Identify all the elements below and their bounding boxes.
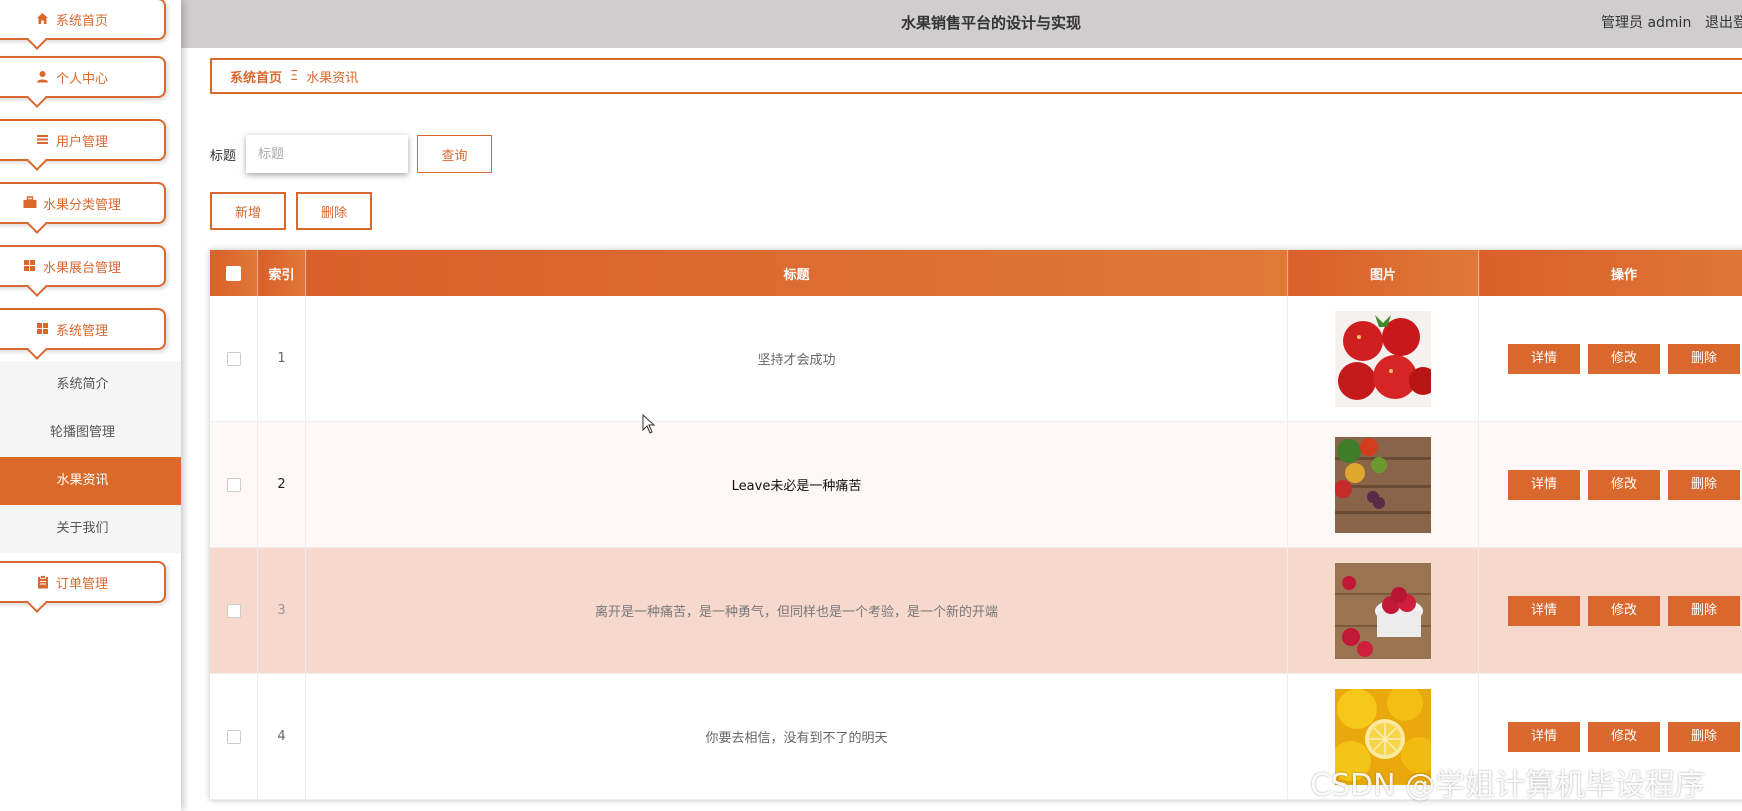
- breadcrumb: 系统首页 Ξ 水果资讯: [210, 58, 1742, 94]
- breadcrumb-home[interactable]: 系统首页: [230, 67, 282, 86]
- delete-button[interactable]: 删除: [1668, 469, 1740, 500]
- row-select-cell: [210, 421, 258, 548]
- row-index: 4: [257, 673, 306, 800]
- submenu-item-carousel[interactable]: 轮播图管理: [0, 409, 181, 457]
- row-actions-cell: 详情 修改 删除: [1478, 421, 1742, 548]
- watermark: CSDN @学姐计算机毕设程序: [1310, 768, 1706, 803]
- sidebar-item-label: 水果分类管理: [42, 197, 121, 213]
- column-header-actions: 操作: [1478, 250, 1742, 296]
- sidebar-item-home[interactable]: 系统首页: [0, 0, 166, 40]
- row-index: 2: [257, 421, 306, 548]
- breadcrumb-separator: Ξ: [290, 68, 299, 84]
- row-index: 1: [257, 296, 306, 422]
- sidebar-item-label: 系统首页: [55, 13, 108, 29]
- grid-icon: [23, 259, 37, 273]
- user-icon: [36, 70, 50, 84]
- app-title: 水果销售平台的设计与实现: [901, 14, 1082, 32]
- row-checkbox[interactable]: [226, 729, 241, 744]
- mouse-cursor-icon: [642, 414, 656, 434]
- admin-user-label: 管理员 admin: [1601, 15, 1692, 31]
- detail-button[interactable]: 详情: [1508, 721, 1580, 752]
- row-checkbox[interactable]: [226, 603, 241, 618]
- edit-button[interactable]: 修改: [1588, 595, 1660, 626]
- query-button[interactable]: 查询: [417, 135, 492, 173]
- row-checkbox[interactable]: [226, 477, 241, 492]
- row-select-cell: [210, 547, 258, 674]
- table-header-row: 索引 标题 图片 操作: [210, 250, 1742, 296]
- table-row: 3 离开是一种痛苦，是一种勇气，但同样也是一个考验，是一个新的开端 详情 修改 删除: [210, 547, 1742, 674]
- column-header-title: 标题: [305, 250, 1288, 296]
- submenu-item-news[interactable]: 水果资讯: [0, 457, 181, 505]
- raspberries-image: [1335, 562, 1431, 659]
- sidebar-item-label: 用户管理: [55, 134, 108, 150]
- strawberries-image: [1335, 310, 1431, 407]
- delete-button[interactable]: 删除: [1668, 343, 1740, 374]
- row-title: 离开是一种痛苦，是一种勇气，但同样也是一个考验，是一个新的开端: [305, 547, 1288, 674]
- detail-button[interactable]: 详情: [1508, 469, 1580, 500]
- row-checkbox[interactable]: [226, 351, 241, 366]
- sidebar-item-label: 订单管理: [55, 576, 108, 592]
- delete-button[interactable]: 删除: [1668, 595, 1740, 626]
- list-icon: [36, 133, 50, 147]
- row-actions-cell: 详情 修改 删除: [1478, 296, 1742, 422]
- row-actions-cell: 详情 修改 删除: [1478, 547, 1742, 674]
- sidebar-item-fruit-category[interactable]: 水果分类管理: [0, 182, 166, 224]
- table-row: 2 Leave未必是一种痛苦 详情 修改 删除: [210, 421, 1742, 548]
- edit-button[interactable]: 修改: [1588, 721, 1660, 752]
- sidebar: 系统首页 个人中心 用户管理 水果分类管理 水果展台管理 系统管理 系统简介 轮…: [0, 0, 181, 811]
- title-search-input[interactable]: [246, 135, 408, 173]
- sidebar-item-orders[interactable]: 订单管理: [0, 561, 166, 603]
- bulk-delete-button[interactable]: 删除: [296, 192, 372, 230]
- sidebar-item-label: 水果展台管理: [42, 260, 121, 276]
- detail-button[interactable]: 详情: [1508, 343, 1580, 374]
- row-index: 3: [257, 547, 306, 674]
- submenu-item-about[interactable]: 关于我们: [0, 505, 181, 553]
- table-row: 1 坚持才会成功 详情 修改 删除: [210, 296, 1742, 422]
- row-title: 你要去相信，没有到不了的明天: [305, 673, 1288, 800]
- sidebar-item-fruit-display[interactable]: 水果展台管理: [0, 245, 166, 287]
- sidebar-item-label: 系统管理: [55, 323, 108, 339]
- sidebar-item-profile[interactable]: 个人中心: [0, 56, 166, 98]
- select-all-checkbox[interactable]: [226, 265, 241, 281]
- search-label: 标题: [210, 149, 237, 164]
- row-image-cell: [1287, 547, 1479, 674]
- row-select-cell: [210, 296, 258, 422]
- top-header: 水果销售平台的设计与实现 管理员 admin 退出登: [181, 0, 1742, 48]
- home-icon: [36, 12, 50, 26]
- logout-link[interactable]: 退出登: [1705, 12, 1742, 32]
- column-header-image: 图片: [1287, 250, 1479, 296]
- row-select-cell: [210, 673, 258, 800]
- sidebar-item-users[interactable]: 用户管理: [0, 119, 166, 161]
- system-submenu: 系统简介 轮播图管理 水果资讯 关于我们: [0, 361, 181, 553]
- column-header-index: 索引: [257, 250, 306, 296]
- sidebar-item-label: 个人中心: [55, 71, 108, 87]
- mixed-fruit-image: [1335, 436, 1431, 533]
- sidebar-item-system[interactable]: 系统管理: [0, 308, 166, 350]
- select-all-cell: [210, 250, 258, 296]
- row-image-cell: [1287, 296, 1479, 422]
- row-title: Leave未必是一种痛苦: [305, 421, 1288, 548]
- submenu-item-intro[interactable]: 系统简介: [0, 361, 181, 409]
- briefcase-icon: [23, 196, 37, 210]
- edit-button[interactable]: 修改: [1588, 469, 1660, 500]
- breadcrumb-current: 水果资讯: [306, 70, 359, 86]
- delete-button[interactable]: 删除: [1668, 721, 1740, 752]
- add-button[interactable]: 新增: [210, 192, 286, 230]
- row-title: 坚持才会成功: [305, 296, 1288, 422]
- clipboard-icon: [36, 575, 50, 589]
- row-image-cell: [1287, 421, 1479, 548]
- news-table: 索引 标题 图片 操作 1 坚持才会成功 详情 修改 删除 2 Leave未必是…: [210, 250, 1742, 800]
- grid-icon: [36, 322, 50, 336]
- detail-button[interactable]: 详情: [1508, 595, 1580, 626]
- edit-button[interactable]: 修改: [1588, 343, 1660, 374]
